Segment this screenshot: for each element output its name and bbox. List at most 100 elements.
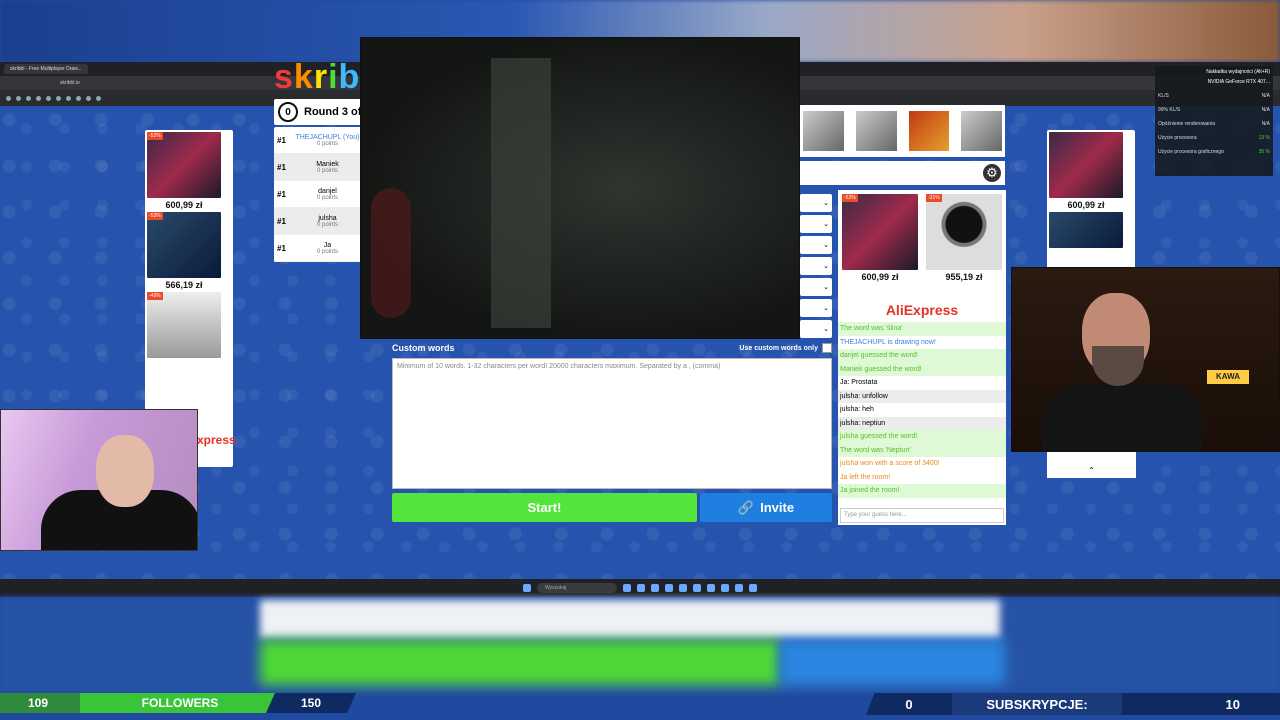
top-ad-strip: [800, 105, 1005, 157]
player-name: julsha: [318, 214, 337, 222]
taskbar-search[interactable]: Wyszukaj: [537, 583, 617, 593]
video-wall: [491, 58, 551, 328]
ad-image[interactable]: -31%: [926, 194, 1002, 270]
url-text[interactable]: skribbl.io: [60, 80, 80, 86]
player-info: Ja 0 points: [291, 242, 364, 255]
chat-message: Ja left the room!: [840, 473, 891, 481]
custom-words-only-option[interactable]: Use custom words only: [739, 343, 832, 353]
gear-icon[interactable]: ⚙: [983, 164, 1001, 182]
taskbar-app-icon[interactable]: [749, 584, 757, 592]
taskbar-app-icon[interactable]: [721, 584, 729, 592]
ad-image[interactable]: -52%: [147, 132, 221, 198]
taskbar-app-icon[interactable]: [665, 584, 673, 592]
ad-item[interactable]: -52% 600,99 zł: [147, 132, 221, 210]
player-row[interactable]: #1 julsha 0 points: [274, 208, 364, 235]
bookmark-icon[interactable]: [66, 95, 71, 101]
player-info: danjel 0 points: [291, 188, 364, 201]
chat-panel: -52% 600,99 zł -31% 955,19 zł AliExpress…: [838, 190, 1006, 525]
player-row[interactable]: #1 danjel 0 points: [274, 181, 364, 208]
followers-label: FOLLOWERS: [80, 693, 280, 713]
taskbar-app-icon[interactable]: [637, 584, 645, 592]
player-row[interactable]: #1 THEJACHUPL (You) 0 points: [274, 127, 364, 154]
guess-input[interactable]: Type your guess here...: [840, 508, 1004, 523]
ad-price: 600,99 zł: [165, 200, 203, 210]
bookmark-icon[interactable]: [46, 95, 51, 101]
settings-dropdown[interactable]: ⌄: [800, 194, 832, 212]
ad-item[interactable]: -31% 955,19 zł: [926, 194, 1002, 300]
ad-item[interactable]: -49%: [147, 292, 221, 358]
ad-image[interactable]: [908, 111, 950, 151]
custom-words-section: Custom words Use custom words only Minim…: [392, 341, 832, 491]
taskbar-app-icon[interactable]: [679, 584, 687, 592]
invite-button[interactable]: 🔗 Invite: [700, 493, 832, 522]
taskbar-app-icon[interactable]: [735, 584, 743, 592]
player-name: THEJACHUPL (You): [295, 133, 360, 141]
link-icon: 🔗: [737, 499, 755, 515]
ad-image[interactable]: -52%: [842, 194, 918, 270]
custom-words-input[interactable]: Minimum of 10 words. 1-32 characters per…: [392, 358, 832, 489]
player-points: 0 points: [316, 167, 338, 174]
ad-image[interactable]: -53%: [147, 212, 221, 278]
chat-message: danjel guessed the word!: [838, 349, 1006, 363]
ad-image[interactable]: [1049, 132, 1123, 198]
windows-start-icon[interactable]: [523, 584, 531, 592]
ad-image[interactable]: [855, 111, 897, 151]
player-name: danjel: [318, 187, 337, 195]
bookmark-icon[interactable]: [36, 95, 41, 101]
followers-goal-bar: 109 FOLLOWERS 150: [0, 693, 370, 713]
settings-dropdown[interactable]: ⌄: [800, 215, 832, 233]
subs-label: SUBSKRYPCJE:: [952, 693, 1122, 715]
settings-dropdown[interactable]: ⌄: [800, 320, 832, 338]
webcam-streamer-left: [0, 409, 198, 551]
cam-person-beard: [1092, 346, 1144, 386]
aliexpress-logo[interactable]: xpress: [197, 433, 236, 447]
clock-icon: 0: [278, 102, 298, 122]
ad-item[interactable]: 600,99 zł: [1049, 132, 1123, 210]
bookmark-icon[interactable]: [6, 95, 11, 101]
taskbar-app-icon[interactable]: [707, 584, 715, 592]
settings-bar: ⚙: [800, 161, 1005, 185]
bookmark-icon[interactable]: [56, 95, 61, 101]
player-row[interactable]: #1 Ja 0 points: [274, 235, 364, 262]
player-rank: #1: [277, 135, 286, 145]
aliexpress-logo[interactable]: AliExpress: [838, 302, 1006, 322]
ad-image[interactable]: [1049, 212, 1123, 248]
settings-dropdown[interactable]: ⌄: [800, 278, 832, 296]
ad-price: 955,19 zł: [945, 272, 983, 282]
taskbar-app-icon[interactable]: [693, 584, 701, 592]
custom-words-label: Custom words: [392, 343, 455, 353]
chat-message: julsha: unfollow: [838, 389, 1006, 403]
player-row[interactable]: #1 Maniek 0 points: [274, 154, 364, 181]
bookmark-icon[interactable]: [26, 95, 31, 101]
ad-item[interactable]: -53% 566,19 zł: [147, 212, 221, 290]
bookmark-icon[interactable]: [86, 95, 91, 101]
taskbar-app-icon[interactable]: [651, 584, 659, 592]
chevron-up-icon[interactable]: ⌃: [1047, 466, 1136, 478]
invite-label: Invite: [760, 500, 795, 515]
ad-item[interactable]: -52% 600,99 zł: [842, 194, 918, 300]
custom-words-only-checkbox[interactable]: [822, 343, 832, 353]
settings-dropdown[interactable]: ⌄: [800, 299, 832, 317]
chat-message: julsha: heh: [840, 406, 874, 413]
bookmark-icon[interactable]: [76, 95, 81, 101]
settings-dropdowns: ⌄ ⌄ ⌄ ⌄ ⌄ ⌄ ⌄: [800, 194, 832, 341]
player-points: 0 points: [316, 221, 338, 228]
discount-badge: -52%: [147, 132, 163, 140]
ad-item[interactable]: [1049, 212, 1123, 248]
settings-dropdown[interactable]: ⌄: [800, 236, 832, 254]
custom-words-header: Custom words Use custom words only: [392, 341, 832, 355]
taskbar-app-icon[interactable]: [623, 584, 631, 592]
performance-overlay: Nakładka wydajności (Alt+R) NVIDIA GeFor…: [1155, 66, 1273, 176]
bookmark-icon[interactable]: [16, 95, 21, 101]
player-points: 0 points: [316, 194, 338, 201]
ad-image[interactable]: [961, 111, 1002, 151]
settings-dropdown[interactable]: ⌄: [800, 257, 832, 275]
right-ad-column: 600,99 zł: [1047, 130, 1135, 270]
player-rank: #1: [277, 189, 286, 199]
ad-image[interactable]: [803, 111, 844, 151]
bookmark-icon[interactable]: [96, 95, 101, 101]
ad-image[interactable]: -49%: [147, 292, 221, 358]
start-button[interactable]: Start!: [392, 493, 697, 522]
tab-skribbl[interactable]: skribbl - Free Multiplayer Draw...: [4, 64, 88, 74]
player-points: 0 points: [316, 248, 338, 255]
